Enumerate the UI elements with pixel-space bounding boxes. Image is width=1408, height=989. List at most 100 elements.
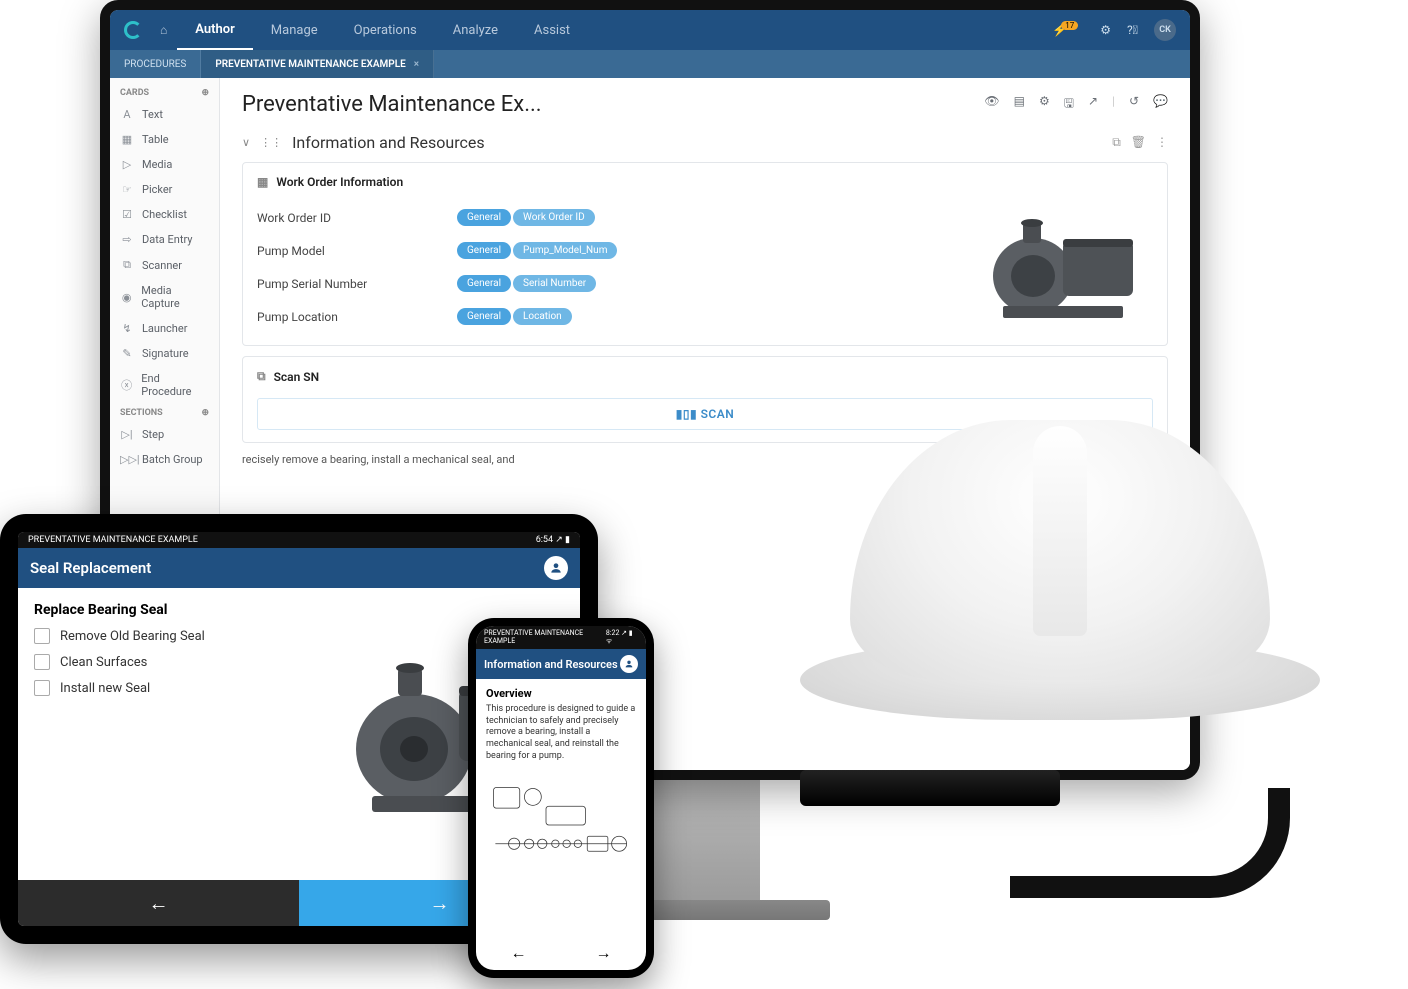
sidebar-section-batch-group[interactable]: ▷▷| Batch Group	[110, 447, 219, 472]
tab-strip: PROCEDURES PREVENTATIVE MAINTENANCE EXAM…	[110, 50, 1190, 78]
work-order-row[interactable]: Pump Serial Number General Serial Number	[257, 267, 957, 300]
binding-pill-group[interactable]: General Location	[457, 308, 572, 325]
nav-analyze[interactable]: Analyze	[435, 10, 516, 50]
binding-pill-group[interactable]: General Serial Number	[457, 275, 596, 292]
pump-image	[973, 201, 1153, 331]
smart-glasses-prop	[770, 770, 1290, 940]
section-menu-icon[interactable]: ⋮	[1156, 135, 1168, 150]
tablet-status-right: 6:54 ↗ ▮	[536, 535, 570, 545]
nav-operations[interactable]: Operations	[336, 10, 435, 50]
card-type-label: Checklist	[142, 208, 187, 221]
binding-scope-pill: General	[457, 308, 511, 325]
checkbox-icon[interactable]	[34, 628, 50, 644]
gear-icon[interactable]: ⚙	[1039, 94, 1050, 115]
sidebar-section-step[interactable]: ▷|Step	[110, 422, 219, 447]
card-type-icon: ✎	[120, 347, 134, 360]
notifications-icon[interactable]: ⚡17	[1052, 23, 1084, 37]
history-icon[interactable]: ↺	[1129, 94, 1139, 115]
binding-value-pill: Work Order ID	[513, 209, 595, 226]
work-order-row[interactable]: Pump Location General Location	[257, 300, 957, 333]
card-type-label: Data Entry	[142, 233, 192, 246]
procedure-title[interactable]: Preventative Maintenance Ex...	[242, 92, 542, 117]
card-title-label: Scan SN	[274, 370, 320, 384]
procedure-actions: 👁 ▤ ⚙ 🖫 ↗ | ↺ 💬	[984, 94, 1168, 115]
checklist-item[interactable]: Clean Surfaces	[34, 654, 272, 670]
binding-scope-pill: General	[457, 275, 511, 292]
comment-icon[interactable]: 💬	[1153, 94, 1168, 115]
hardhat-prop	[780, 420, 1340, 820]
section-title[interactable]: Information and Resources	[292, 133, 485, 152]
tab-open-procedure[interactable]: PREVENTATIVE MAINTENANCE EXAMPLE ×	[201, 50, 434, 78]
open-external-icon[interactable]: ↗	[1088, 94, 1098, 115]
card-type-icon: ⓧ	[120, 377, 133, 393]
card-title-label: Work Order Information	[276, 175, 403, 189]
tablet-status-left: PREVENTATIVE MAINTENANCE EXAMPLE	[28, 535, 198, 545]
sidebar-card-picker[interactable]: ☞ Picker	[110, 177, 219, 202]
sidebar-card-end-procedure[interactable]: ⓧEnd Procedure	[110, 366, 219, 404]
collapse-chevron-icon[interactable]: ∨	[242, 136, 250, 149]
card-type-label: Media Capture	[141, 284, 209, 310]
checklist-label: Install new Seal	[60, 681, 150, 696]
sidebar-card-table[interactable]: ▦Table	[110, 127, 219, 152]
checkbox-icon[interactable]	[34, 654, 50, 670]
sidebar-card-signature[interactable]: ✎Signature	[110, 341, 219, 366]
tab-procedures-root[interactable]: PROCEDURES	[110, 50, 201, 78]
phone-back-button[interactable]: ←	[476, 936, 561, 970]
settings-gear-icon[interactable]: ⚙	[1100, 23, 1111, 37]
card-type-icon: ☞	[120, 183, 134, 196]
checklist-item[interactable]: Remove Old Bearing Seal	[34, 628, 272, 644]
sidebar-card-data-entry[interactable]: ⇨Data Entry	[110, 227, 219, 252]
binding-pill-group[interactable]: General Pump_Model_Num	[457, 242, 617, 259]
sidebar-card-checklist[interactable]: ☑ Checklist	[110, 202, 219, 227]
table-icon: ▦	[257, 175, 268, 189]
work-order-row[interactable]: Pump Model General Pump_Model_Num	[257, 234, 957, 267]
account-icon[interactable]	[620, 655, 638, 673]
nav-assist[interactable]: Assist	[516, 10, 588, 50]
drag-handle-icon[interactable]: ⋮⋮	[260, 136, 282, 149]
card-type-label: Launcher	[142, 322, 187, 335]
phone-overview-body: This procedure is designed to guide a te…	[486, 704, 636, 762]
field-label: Pump Serial Number	[257, 277, 457, 291]
nav-manage[interactable]: Manage	[253, 10, 336, 50]
checklist-label: Remove Old Bearing Seal	[60, 629, 205, 644]
tab-label: PREVENTATIVE MAINTENANCE EXAMPLE	[215, 59, 405, 70]
phone-next-button[interactable]: →	[561, 936, 646, 970]
add-card-icon[interactable]: ⊕	[201, 88, 209, 98]
account-icon[interactable]	[544, 556, 568, 580]
card-type-icon: ▷	[120, 158, 134, 171]
add-section-icon[interactable]: ⊕	[201, 408, 209, 418]
sidebar-card-scanner[interactable]: ⧉Scanner	[110, 252, 219, 278]
sidebar-card-media[interactable]: ▷Media	[110, 152, 219, 177]
work-order-row[interactable]: Work Order ID General Work Order ID	[257, 201, 957, 234]
close-icon[interactable]: ×	[414, 59, 419, 70]
copy-section-icon[interactable]: ⧉	[1112, 135, 1121, 150]
work-order-card[interactable]: ▦ Work Order Information Work Order ID G…	[242, 162, 1168, 346]
card-type-icon: ◉	[120, 291, 133, 304]
delete-section-icon[interactable]: 🗑	[1131, 135, 1146, 150]
sidebar-card-text[interactable]: AText	[110, 102, 219, 127]
card-type-label: Text	[142, 108, 163, 121]
sidebar-header-label: SECTIONS	[120, 408, 163, 418]
top-nav-bar: ⌂ Author Manage Operations Analyze Assis…	[110, 10, 1190, 50]
sidebar-header-label: CARDS	[120, 88, 149, 98]
nav-author[interactable]: Author	[177, 10, 253, 50]
card-type-label: Picker	[142, 183, 172, 196]
help-icon[interactable]: ?⃝	[1127, 23, 1138, 37]
binding-pill-group[interactable]: General Work Order ID	[457, 209, 595, 226]
checklist-item[interactable]: Install new Seal	[34, 680, 272, 696]
sidebar-card-media-capture[interactable]: ◉ Media Capture	[110, 278, 219, 316]
field-label: Pump Location	[257, 310, 457, 324]
user-avatar[interactable]: CK	[1154, 19, 1176, 41]
phone-device-frame: PREVENTATIVE MAINTENANCE EXAMPLE 8:22 ↗ …	[468, 618, 654, 978]
preview-icon[interactable]: 👁	[984, 94, 999, 115]
section-type-icon: ▷▷|	[120, 453, 134, 466]
scan-button-label: SCAN	[701, 407, 735, 421]
section-type-label: Batch Group	[142, 453, 203, 466]
save-icon[interactable]: 🖫	[1064, 94, 1074, 115]
sidebar-card-launcher[interactable]: ↯Launcher	[110, 316, 219, 341]
checkbox-icon[interactable]	[34, 680, 50, 696]
tablet-back-button[interactable]: ←	[18, 880, 299, 926]
card-type-icon: ☑	[120, 208, 134, 221]
home-icon[interactable]: ⌂	[160, 23, 167, 37]
package-icon[interactable]: ▤	[1014, 94, 1025, 115]
